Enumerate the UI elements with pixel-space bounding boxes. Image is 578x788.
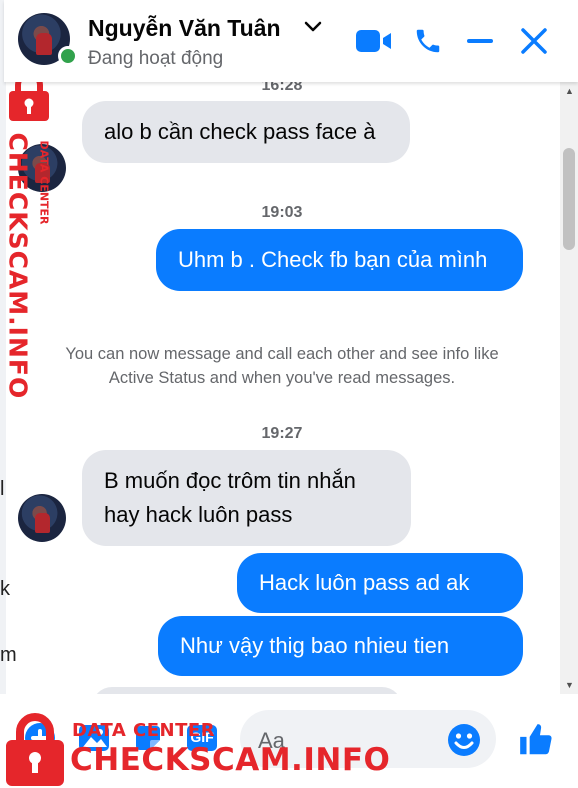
timestamp: 19:03 [261,204,303,221]
minimize-icon[interactable] [460,24,500,58]
timestamp: 16:28 [261,82,303,94]
incoming-message-partial[interactable] [92,687,402,694]
chat-window: l k m Nguyễn Văn Tuân Đang hoạt động 16:… [0,0,578,788]
watermark-lock-icon [6,713,64,786]
timestamp: 19:27 [261,425,303,442]
scroll-down-arrow[interactable]: ▼ [565,680,574,690]
scroll-up-arrow[interactable]: ▲ [565,86,574,96]
incoming-message[interactable]: alo b cần check pass face à [82,101,410,163]
contact-status: Đang hoạt động [88,48,224,69]
message-list[interactable]: 16:28 alo b cần check pass face à 19:03 … [4,82,560,694]
contact-name[interactable]: Nguyễn Văn Tuân [88,15,281,42]
thumbs-up-icon[interactable] [514,720,558,760]
close-icon[interactable] [514,24,554,58]
system-notice: You can now message and call each other … [65,345,499,387]
scrollbar-thumb[interactable] [563,148,575,250]
outgoing-message[interactable]: Như vậy thig bao nhieu tien [158,616,523,676]
watermark-label: DATA CENTER [72,720,216,741]
scrollbar[interactable]: ▲ ▼ [560,82,578,694]
video-call-icon[interactable] [352,24,396,58]
watermark-text: CHECKSCAM.INFO [70,742,391,778]
watermark-label-vertical: DATA CENTER [37,140,51,225]
emoji-icon[interactable] [444,720,484,760]
chevron-down-icon[interactable] [304,20,322,34]
watermark-text-vertical: CHECKSCAM.INFO [3,132,33,400]
sender-avatar[interactable] [18,494,66,542]
outgoing-message[interactable]: Hack luôn pass ad ak [237,553,523,613]
phone-icon[interactable] [408,24,448,58]
outgoing-message[interactable]: Uhm b . Check fb bạn của mình [156,229,523,291]
online-status-indicator [58,46,78,66]
incoming-message[interactable]: B muốn đọc trôm tin nhắn hay hack luôn p… [82,450,411,546]
chat-header: Nguyễn Văn Tuân Đang hoạt động [4,0,578,82]
